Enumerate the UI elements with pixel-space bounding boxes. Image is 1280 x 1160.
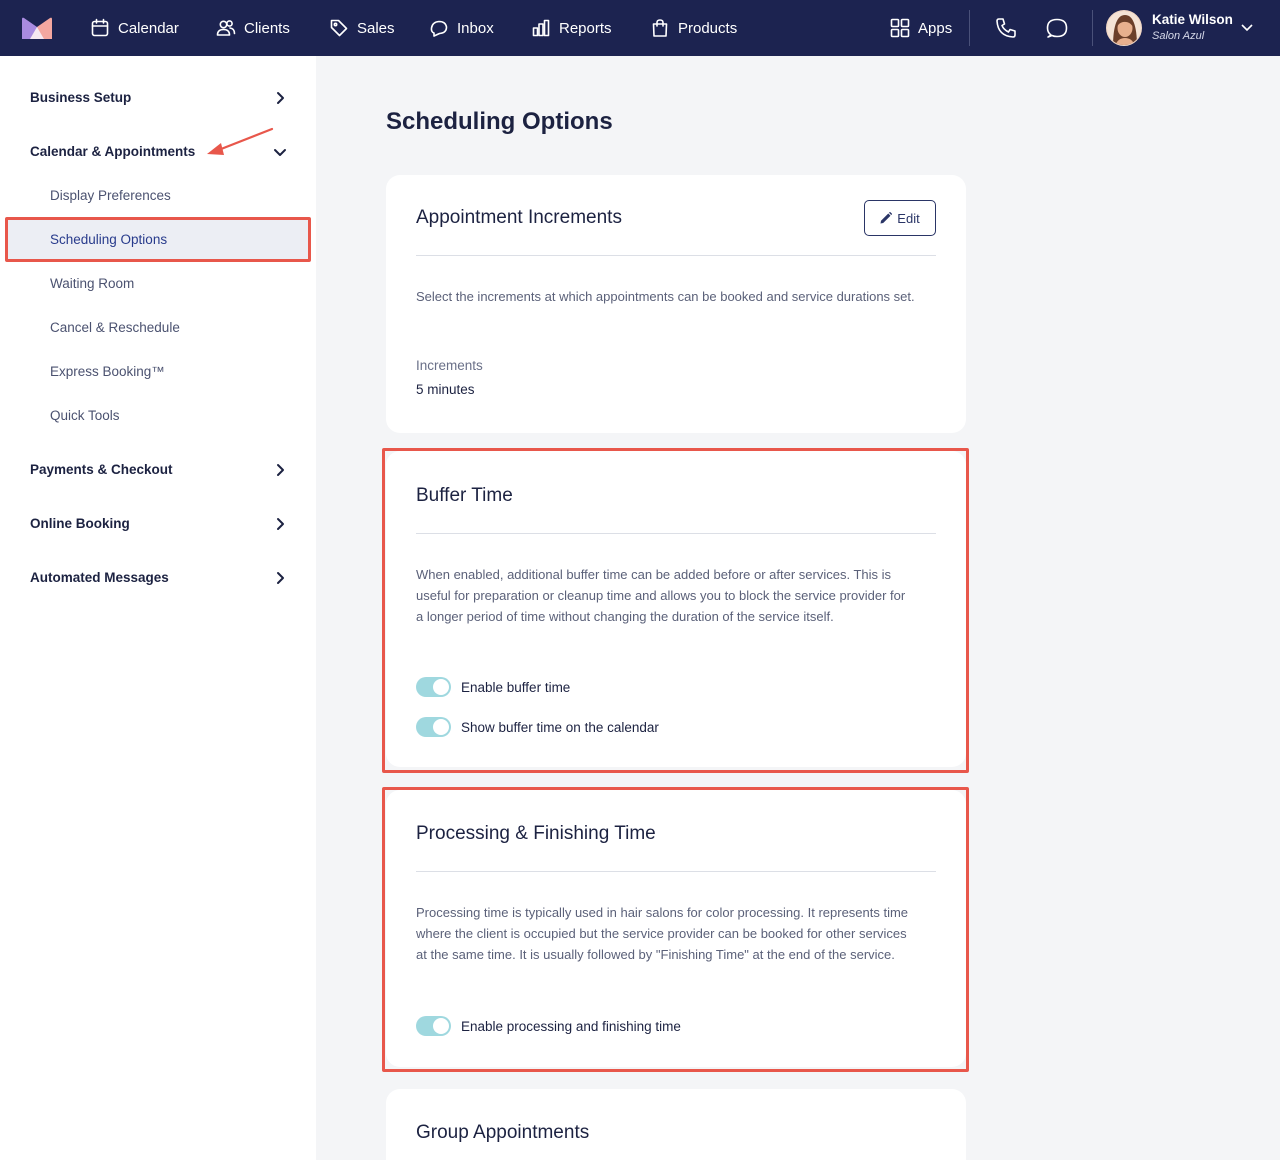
chevron-right-icon[interactable] xyxy=(272,570,288,586)
users-icon xyxy=(216,20,236,36)
card-title: Group Appointments xyxy=(416,1122,590,1143)
settings-sidebar: Business Setup Calendar & Appointments D… xyxy=(0,56,316,1160)
phone-button[interactable] xyxy=(994,16,1018,40)
sidebar-item-cancel-reschedule[interactable]: Cancel & Reschedule xyxy=(50,320,180,335)
top-nav: Calendar Clients Sales Inbox Reports Pro… xyxy=(0,0,1280,56)
divider xyxy=(416,255,936,256)
chat-icon xyxy=(1046,18,1068,38)
sidebar-item-quick-tools[interactable]: Quick Tools xyxy=(50,408,120,423)
nav-apps[interactable]: Apps xyxy=(890,0,952,56)
bar-chart-icon xyxy=(532,19,550,37)
card-title: Appointment Increments xyxy=(416,207,622,228)
sidebar-item-online-booking[interactable]: Online Booking xyxy=(30,516,130,531)
nav-inbox-label: Inbox xyxy=(457,19,494,37)
page-title: Scheduling Options xyxy=(386,108,613,135)
nav-reports-label: Reports xyxy=(559,19,612,37)
nav-clients[interactable]: Clients xyxy=(216,0,290,56)
card-description: Select the increments at which appointme… xyxy=(416,289,915,304)
sidebar-item-automated-messages[interactable]: Automated Messages xyxy=(30,570,169,585)
annotation-highlight-box xyxy=(382,448,969,773)
annotation-highlight-box xyxy=(382,787,969,1072)
nav-divider xyxy=(969,10,970,46)
avatar xyxy=(1106,10,1142,46)
sidebar-item-express-booking[interactable]: Express Booking™ xyxy=(50,364,165,379)
avatar-image xyxy=(1107,11,1141,45)
nav-calendar-label: Calendar xyxy=(118,19,179,37)
nav-products-label: Products xyxy=(678,19,738,37)
annotation-highlight-box xyxy=(5,217,311,262)
user-menu[interactable]: Katie Wilson Salon Azul xyxy=(1106,10,1266,46)
phone-icon xyxy=(996,18,1016,38)
increments-label: Increments xyxy=(416,358,483,373)
sidebar-item-calendar-appointments[interactable]: Calendar & Appointments xyxy=(30,144,195,159)
chevron-right-icon[interactable] xyxy=(272,462,288,478)
chevron-down-icon xyxy=(1240,20,1254,34)
inbox-icon xyxy=(430,20,448,37)
pencil-icon xyxy=(880,212,893,224)
appointment-increments-card: Appointment Increments Edit Select the i… xyxy=(386,175,966,433)
user-name: Katie Wilson xyxy=(1152,12,1233,27)
business-name: Salon Azul xyxy=(1152,30,1205,42)
edit-button[interactable]: Edit xyxy=(864,200,936,236)
sidebar-item-business-setup[interactable]: Business Setup xyxy=(30,90,131,105)
nav-sales-label: Sales xyxy=(357,19,395,37)
nav-calendar[interactable]: Calendar xyxy=(90,0,179,56)
grid-icon xyxy=(890,18,910,38)
nav-reports[interactable]: Reports xyxy=(531,0,612,56)
chevron-right-icon[interactable] xyxy=(272,90,288,106)
annotation-arrow-icon xyxy=(207,127,274,155)
chat-button[interactable] xyxy=(1045,16,1069,40)
chevron-right-icon[interactable] xyxy=(272,516,288,532)
increments-value: 5 minutes xyxy=(416,382,475,397)
group-appointments-card: Group Appointments xyxy=(386,1089,966,1160)
sidebar-item-waiting-room[interactable]: Waiting Room xyxy=(50,276,134,291)
shopping-bag-icon xyxy=(652,19,668,37)
nav-products[interactable]: Products xyxy=(650,0,737,56)
sidebar-item-display-preferences[interactable]: Display Preferences xyxy=(50,188,171,203)
nav-apps-label: Apps xyxy=(918,19,953,37)
sidebar-item-payments-checkout[interactable]: Payments & Checkout xyxy=(30,462,173,477)
nav-inbox[interactable]: Inbox xyxy=(429,0,494,56)
tag-icon xyxy=(330,19,348,37)
calendar-icon xyxy=(91,18,109,37)
nav-divider xyxy=(1092,10,1093,46)
logo-icon[interactable] xyxy=(22,17,52,39)
nav-clients-label: Clients xyxy=(244,19,290,37)
nav-sales[interactable]: Sales xyxy=(329,0,395,56)
edit-button-label: Edit xyxy=(897,210,920,226)
